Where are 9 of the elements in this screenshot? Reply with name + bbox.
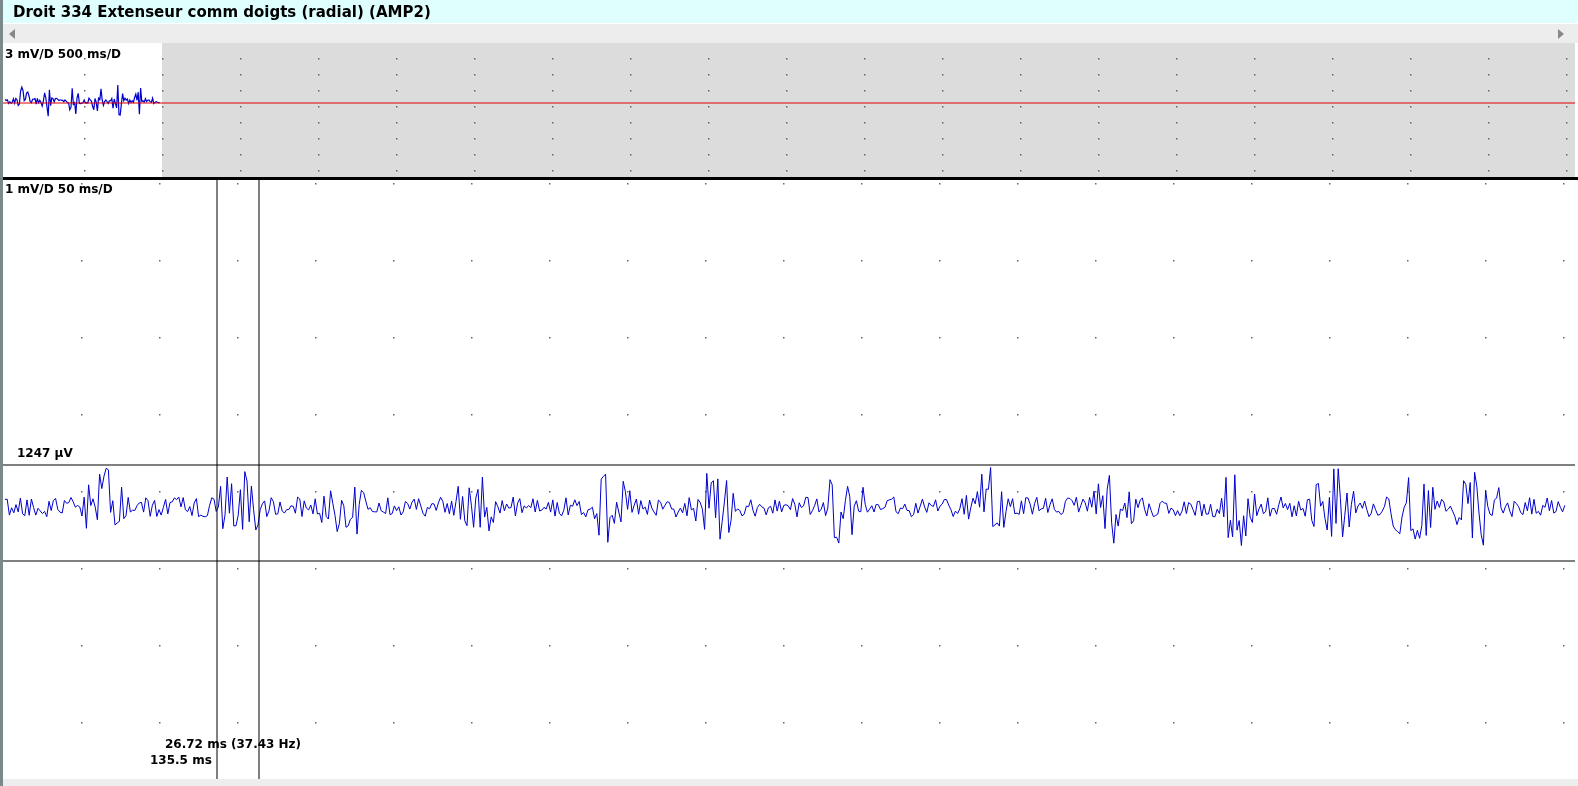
interval-reading: 26.72 ms (37.43 Hz) xyxy=(165,737,302,751)
scroll-left-icon[interactable] xyxy=(9,28,15,39)
overview-scale-label: 3 mV/D 500 ms/D xyxy=(5,47,122,61)
detail-scale-label: 1 mV/D 50 ms/D xyxy=(5,182,113,196)
window-title: Droit 334 Extenseur comm doigts (radial) (AMP2) xyxy=(13,2,431,21)
amplitude-label: 1247 µV xyxy=(17,446,73,460)
latency-reading: 135.5 ms xyxy=(150,753,212,767)
horizontal-scrollbar[interactable] xyxy=(3,23,1578,43)
scroll-right-icon[interactable] xyxy=(1558,28,1564,39)
